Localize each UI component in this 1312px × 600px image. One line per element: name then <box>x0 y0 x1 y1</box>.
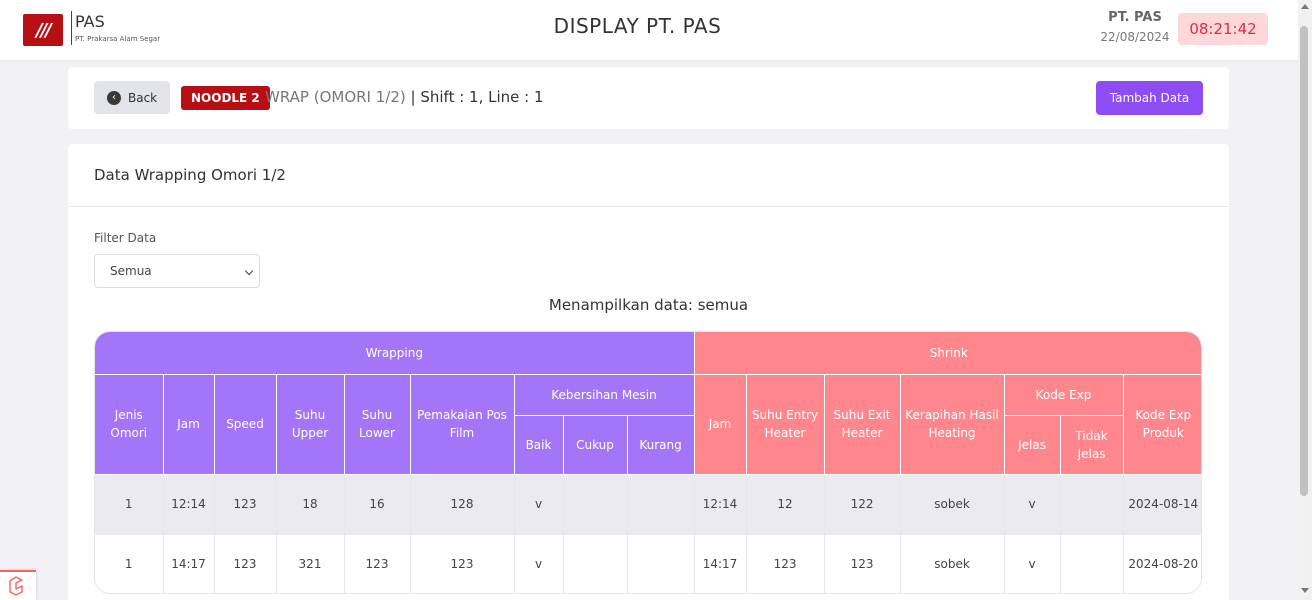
cell-pemakaian-pos-film: 128 <box>410 474 515 535</box>
cell-suhu-exit: 123 <box>824 535 901 593</box>
card-title: Data Wrapping Omori 1/2 <box>94 166 286 184</box>
col-kebersihan-mesin: Kebersihan Mesin <box>514 374 695 416</box>
process-name: WRAP (OMORI 1/2) <box>265 88 406 106</box>
app-title: DISPLAY PT. PAS <box>553 14 722 38</box>
table-row: 1 12:14 123 18 16 128 v 12:14 12 122 sob… <box>95 474 1201 535</box>
col-cukup: Cukup <box>563 415 628 475</box>
scroll-thumb[interactable] <box>1300 26 1308 496</box>
cell-jam: 12:14 <box>163 474 215 535</box>
chevron-down-icon <box>244 266 254 276</box>
back-button[interactable]: ‹ Back <box>94 81 170 114</box>
cell-suhu-entry: 123 <box>746 535 825 593</box>
cell-baik: v <box>514 474 564 535</box>
clock: 08:21:42 <box>1178 13 1268 45</box>
data-table: Wrapping Shrink Jenis Omori Jam Speed Su… <box>94 331 1202 594</box>
process-title: WRAP (OMORI 1/2) | Shift : 1, Line : 1 <box>265 88 544 106</box>
header-card: ‹ Back NOODLE 2 WRAP (OMORI 1/2) | Shift… <box>68 67 1229 129</box>
group-header-wrapping: Wrapping <box>95 332 695 375</box>
cell-suhu-upper: 18 <box>276 474 345 535</box>
circle-arrow-left-icon: ‹ <box>107 90 121 105</box>
col-speed: Speed <box>214 374 277 475</box>
cell-jam: 14:17 <box>163 535 215 593</box>
group-header-shrink: Shrink <box>694 332 1201 375</box>
current-date: 22/08/2024 <box>1100 30 1170 44</box>
cell-kerapihan: sobek <box>900 474 1005 535</box>
cell-speed: 123 <box>214 535 277 593</box>
col-pemakaian-pos-film: Pemakaian Pos Film <box>410 374 515 475</box>
cell-kurang <box>627 535 695 593</box>
cell-kode-exp-produk: 2024-08-20 <box>1123 535 1201 593</box>
col-jenis-omori: Jenis Omori <box>95 374 164 475</box>
line-badge: NOODLE 2 <box>181 86 270 110</box>
cell-suhu-exit: 122 <box>824 474 901 535</box>
cell-jelas: v <box>1004 474 1061 535</box>
col-jam: Jam <box>163 374 215 475</box>
cell-kode-exp-produk: 2024-08-14 <box>1123 474 1201 535</box>
col-suhu-entry-heater: Suhu Entry Heater <box>746 374 825 475</box>
cell-baik: v <box>514 535 564 593</box>
laravel-icon[interactable] <box>0 570 36 600</box>
filter-label: Filter Data <box>94 231 157 245</box>
cell-speed: 123 <box>214 474 277 535</box>
col-kode-exp: Kode Exp <box>1004 374 1124 416</box>
add-data-button[interactable]: Tambah Data <box>1096 81 1203 115</box>
col-suhu-exit-heater: Suhu Exit Heater <box>824 374 901 475</box>
cell-kerapihan: sobek <box>900 535 1005 593</box>
col-jelas: Jelas <box>1004 415 1061 475</box>
shift-info: | Shift : 1, Line : 1 <box>410 88 544 106</box>
showing-text: Menampilkan data: semua <box>548 296 749 314</box>
top-bar: /// PAS PT. Prakarsa Alam Segar DISPLAY … <box>0 0 1312 60</box>
cell-jenis-omori: 1 <box>95 474 164 535</box>
col-baik: Baik <box>514 415 564 475</box>
col-tidak-jelas: Tidak Jelas <box>1060 415 1124 475</box>
cell-jam-shrink: 14:17 <box>694 535 747 593</box>
cell-cukup <box>563 474 628 535</box>
cell-tidak-jelas <box>1060 535 1124 593</box>
company-name: PT. PAS <box>1108 10 1162 25</box>
col-suhu-lower: Suhu Lower <box>344 374 411 475</box>
col-kode-exp-produk: Kode Exp Produk <box>1123 374 1201 475</box>
page-scrollbar[interactable] <box>1298 0 1312 600</box>
card-divider <box>68 206 1229 207</box>
cell-suhu-lower: 16 <box>344 474 411 535</box>
cell-kurang <box>627 474 695 535</box>
scroll-down-arrow-icon[interactable] <box>1301 588 1309 593</box>
cell-jenis-omori: 1 <box>95 535 164 593</box>
col-kerapihan-hasil-heating: Kerapihan Hasil Heating <box>900 374 1005 475</box>
filter-select[interactable]: Semua <box>94 254 260 288</box>
back-label: Back <box>128 90 158 105</box>
cell-cukup <box>563 535 628 593</box>
col-jam-shrink: Jam <box>694 374 747 475</box>
scroll-up-arrow-icon[interactable] <box>1301 4 1309 9</box>
data-card: Data Wrapping Omori 1/2 Filter Data Semu… <box>68 144 1229 600</box>
filter-value: Semua <box>110 264 152 278</box>
cell-suhu-upper: 321 <box>276 535 345 593</box>
cell-jelas: v <box>1004 535 1061 593</box>
cell-suhu-lower: 123 <box>344 535 411 593</box>
col-kurang: Kurang <box>627 415 695 475</box>
cell-pemakaian-pos-film: 123 <box>410 535 515 593</box>
cell-jam-shrink: 12:14 <box>694 474 747 535</box>
table-row: 1 14:17 123 321 123 123 v 14:17 123 123 … <box>95 535 1201 593</box>
cell-suhu-entry: 12 <box>746 474 825 535</box>
col-suhu-upper: Suhu Upper <box>276 374 345 475</box>
cell-tidak-jelas <box>1060 474 1124 535</box>
